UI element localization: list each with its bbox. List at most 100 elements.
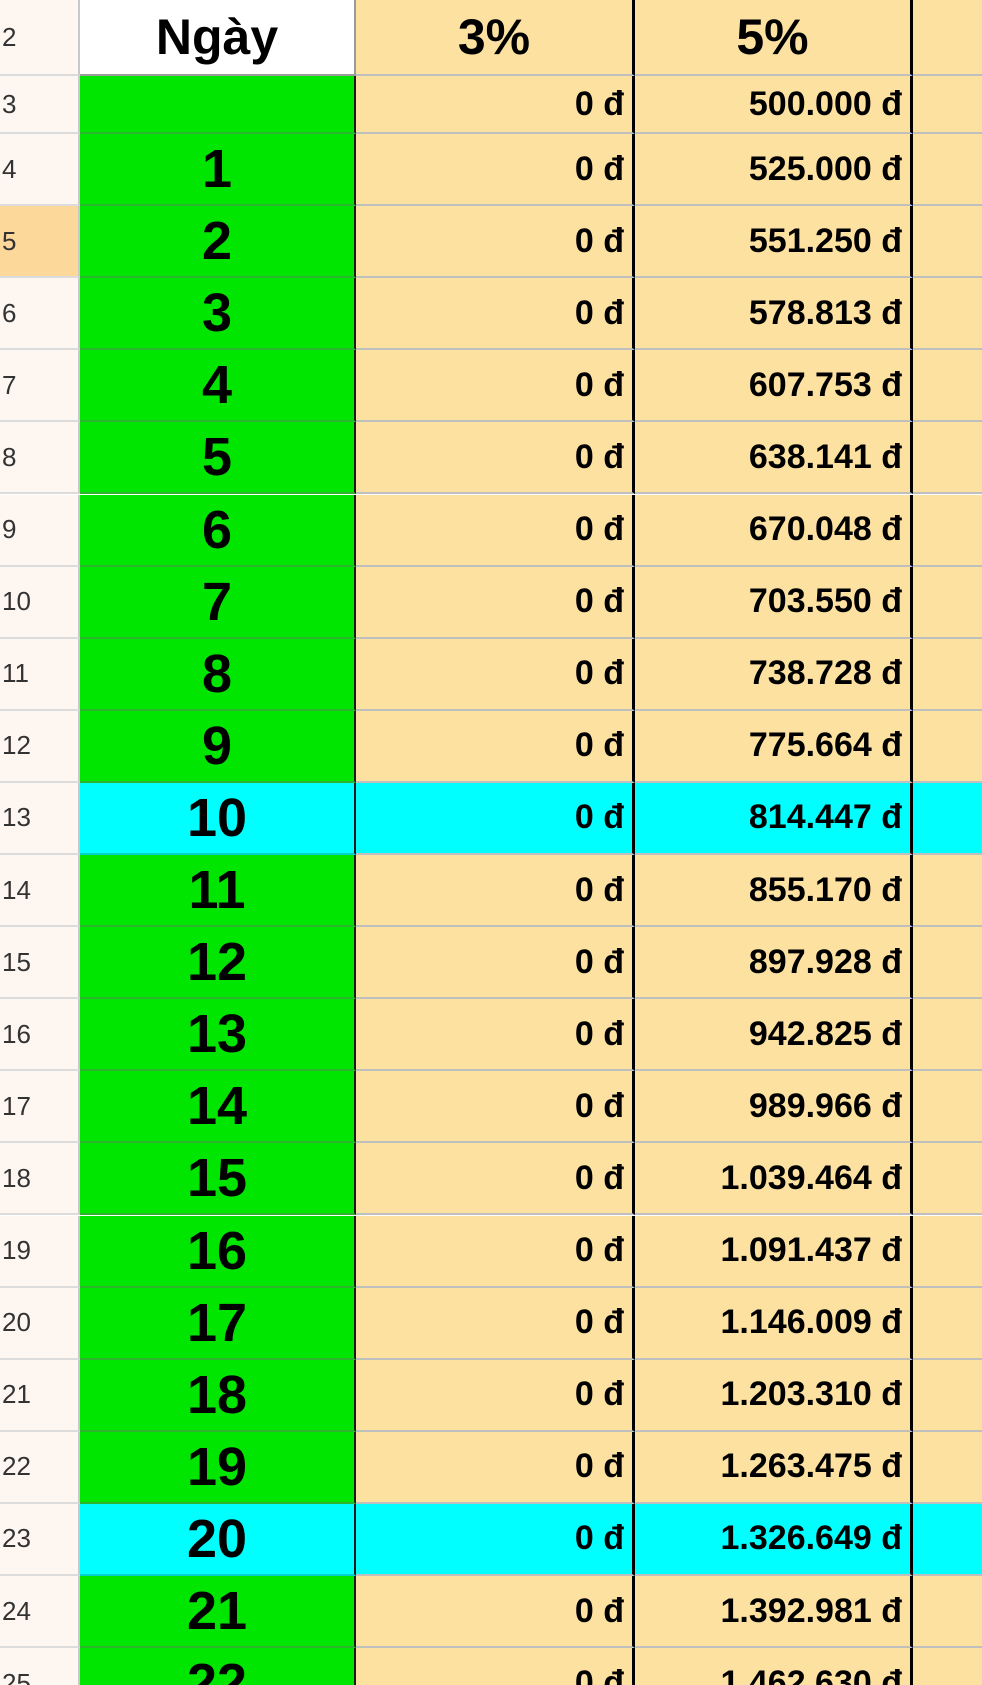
rate-3-cell[interactable]: 0 đ [356,1431,635,1504]
extra-column-cell[interactable] [913,134,982,207]
extra-column-cell[interactable] [913,0,982,76]
extra-column-cell[interactable] [913,1287,982,1360]
extra-column-cell[interactable] [913,494,982,567]
rate-5-column-header[interactable]: 5% [635,0,913,76]
row-number[interactable]: 7 [0,350,80,423]
rate-5-cell[interactable]: 500.000 đ [635,76,913,134]
row-number[interactable]: 12 [0,710,80,783]
day-column-header[interactable]: Ngày [80,0,356,76]
extra-column-cell[interactable] [913,1215,982,1288]
rate-3-cell[interactable]: 0 đ [356,999,635,1072]
row-number[interactable]: 24 [0,1576,80,1649]
extra-column-cell[interactable] [913,999,982,1072]
rate-5-cell[interactable]: 897.928 đ [635,927,913,1000]
day-cell[interactable]: 6 [80,494,356,567]
row-number[interactable]: 16 [0,999,80,1072]
rate-3-cell[interactable]: 0 đ [356,206,635,279]
rate-5-cell[interactable]: 1.263.475 đ [635,1431,913,1504]
row-number[interactable]: 21 [0,1359,80,1432]
row-number[interactable]: 14 [0,855,80,928]
extra-column-cell[interactable] [913,710,982,783]
rate-5-cell[interactable]: 703.550 đ [635,566,913,639]
extra-column-cell[interactable] [913,206,982,279]
rate-5-cell[interactable]: 855.170 đ [635,855,913,928]
extra-column-cell[interactable] [913,855,982,928]
day-cell[interactable]: 19 [80,1431,356,1504]
day-cell[interactable]: 20 [80,1503,356,1576]
day-cell[interactable]: 7 [80,566,356,639]
row-number[interactable]: 8 [0,422,80,495]
rate-5-cell[interactable]: 1.039.464 đ [635,1143,913,1216]
row-number[interactable]: 18 [0,1143,80,1216]
extra-column-cell[interactable] [913,76,982,134]
rate-5-cell[interactable]: 578.813 đ [635,278,913,351]
rate-5-cell[interactable]: 1.392.981 đ [635,1576,913,1649]
rate-3-cell[interactable]: 0 đ [356,1287,635,1360]
rate-3-cell[interactable]: 0 đ [356,1503,635,1576]
rate-5-cell[interactable]: 775.664 đ [635,710,913,783]
rate-3-cell[interactable]: 0 đ [356,566,635,639]
day-cell[interactable]: 11 [80,855,356,928]
rate-3-cell[interactable]: 0 đ [356,1143,635,1216]
extra-column-cell[interactable] [913,1143,982,1216]
day-cell[interactable]: 9 [80,710,356,783]
extra-column-cell[interactable] [913,350,982,423]
rate-5-cell[interactable]: 738.728 đ [635,638,913,711]
rate-3-cell[interactable]: 0 đ [356,927,635,1000]
extra-column-cell[interactable] [913,1071,982,1144]
rate-5-cell[interactable]: 525.000 đ [635,134,913,207]
row-number[interactable]: 9 [0,494,80,567]
day-cell[interactable]: 13 [80,999,356,1072]
rate-5-cell[interactable]: 1.326.649 đ [635,1503,913,1576]
extra-column-cell[interactable] [913,566,982,639]
row-number[interactable]: 6 [0,278,80,351]
rate-5-cell[interactable]: 942.825 đ [635,999,913,1072]
day-cell[interactable]: 15 [80,1143,356,1216]
row-number[interactable]: 15 [0,927,80,1000]
extra-column-cell[interactable] [913,927,982,1000]
extra-column-cell[interactable] [913,422,982,495]
rate-3-cell[interactable]: 0 đ [356,422,635,495]
row-number[interactable]: 23 [0,1503,80,1576]
extra-column-cell[interactable] [913,1503,982,1576]
row-number[interactable]: 25 [0,1648,80,1685]
day-cell[interactable]: 10 [80,782,356,855]
extra-column-cell[interactable] [913,1431,982,1504]
row-number[interactable]: 13 [0,782,80,855]
day-cell[interactable]: 14 [80,1071,356,1144]
rate-5-cell[interactable]: 814.447 đ [635,782,913,855]
rate-5-cell[interactable]: 1.091.437 đ [635,1215,913,1288]
rate-3-cell[interactable]: 0 đ [356,350,635,423]
rate-3-cell[interactable]: 0 đ [356,1071,635,1144]
day-cell[interactable]: 22 [80,1648,356,1685]
rate-3-cell[interactable]: 0 đ [356,278,635,351]
extra-column-cell[interactable] [913,1576,982,1649]
day-cell[interactable] [80,76,356,134]
row-number[interactable]: 20 [0,1287,80,1360]
rate-3-cell[interactable]: 0 đ [356,782,635,855]
rate-3-cell[interactable]: 0 đ [356,494,635,567]
rate-5-cell[interactable]: 989.966 đ [635,1071,913,1144]
day-cell[interactable]: 1 [80,134,356,207]
extra-column-cell[interactable] [913,278,982,351]
rate-3-cell[interactable]: 0 đ [356,855,635,928]
extra-column-cell[interactable] [913,782,982,855]
rate-5-cell[interactable]: 607.753 đ [635,350,913,423]
rate-3-cell[interactable]: 0 đ [356,134,635,207]
rate-5-cell[interactable]: 638.141 đ [635,422,913,495]
rate-5-cell[interactable]: 1.203.310 đ [635,1359,913,1432]
row-number[interactable]: 5 [0,206,80,279]
rate-3-cell[interactable]: 0 đ [356,638,635,711]
row-number[interactable]: 22 [0,1431,80,1504]
rate-3-cell[interactable]: 0 đ [356,710,635,783]
day-cell[interactable]: 21 [80,1576,356,1649]
rate-3-cell[interactable]: 0 đ [356,1576,635,1649]
row-number[interactable]: 17 [0,1071,80,1144]
rate-3-cell[interactable]: 0 đ [356,1359,635,1432]
day-cell[interactable]: 3 [80,278,356,351]
day-cell[interactable]: 8 [80,638,356,711]
row-number[interactable]: 3 [0,76,80,134]
rate-3-cell[interactable]: 0 đ [356,1648,635,1685]
rate-5-cell[interactable]: 1.462.630 đ [635,1648,913,1685]
row-number[interactable]: 19 [0,1215,80,1288]
